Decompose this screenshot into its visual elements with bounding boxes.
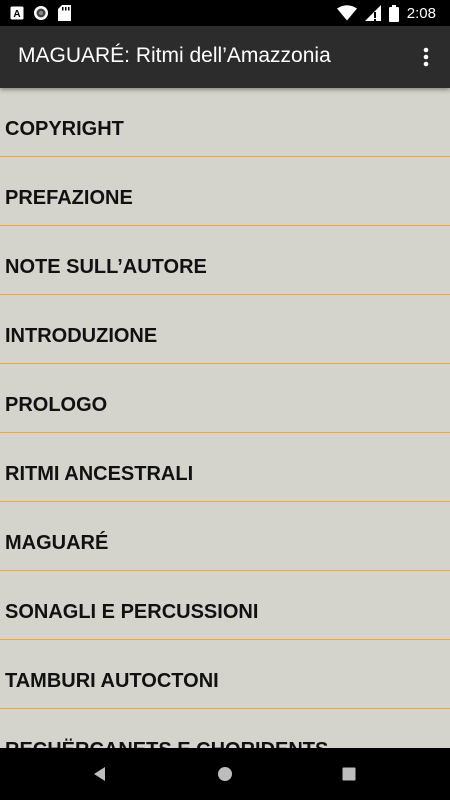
status-bar: A 2:08	[0, 0, 450, 26]
chapter-list: COPYRIGHT PREFAZIONE NOTE SULL’AUTORE IN…	[0, 88, 450, 748]
list-item[interactable]: RECHËRCANETS E CHORIDENTS	[0, 709, 450, 749]
more-vert-icon[interactable]	[414, 45, 438, 69]
home-icon[interactable]	[212, 761, 238, 787]
list-item-label: SONAGLI E PERCUSSIONI	[5, 600, 259, 623]
list-item[interactable]: INTRODUZIONE	[0, 295, 450, 364]
list-item[interactable]: PREFAZIONE	[0, 157, 450, 226]
list-item[interactable]: NOTE SULL’AUTORE	[0, 226, 450, 295]
list-item-label: RECHËRCANETS E CHORIDENTS	[5, 725, 328, 749]
list-item-label: PREFAZIONE	[5, 186, 133, 209]
screen: A 2:08 MAGUARÉ: Ritmi dell’Amazzonia COP…	[0, 0, 450, 800]
list-item[interactable]: PROLOGO	[0, 364, 450, 433]
list-item-label: INTRODUZIONE	[5, 324, 158, 347]
svg-text:A: A	[13, 9, 20, 20]
navigation-bar	[0, 748, 450, 800]
signal-icon	[364, 5, 381, 21]
status-time: 2:08	[406, 4, 436, 22]
wifi-icon	[336, 5, 357, 21]
list-item[interactable]: MAGUARÉ	[0, 502, 450, 571]
battery-icon	[388, 4, 399, 22]
list-item-label: RITMI ANCESTRALI	[5, 462, 194, 485]
list-item-label: MAGUARÉ	[5, 531, 109, 554]
list-item[interactable]: RITMI ANCESTRALI	[0, 433, 450, 502]
list-item[interactable]: TAMBURI AUTOCTONI	[0, 640, 450, 709]
sd-card-icon	[58, 5, 71, 21]
app-bar: MAGUARÉ: Ritmi dell’Amazzonia	[0, 26, 450, 88]
list-item-label: PROLOGO	[5, 393, 108, 416]
back-icon[interactable]	[87, 761, 113, 787]
list-item-label: COPYRIGHT	[5, 117, 124, 140]
status-system: 2:08	[336, 3, 436, 23]
list-item-label: TAMBURI AUTOCTONI	[5, 669, 219, 692]
list-item[interactable]: SONAGLI E PERCUSSIONI	[0, 571, 450, 640]
circle-notification-icon	[33, 5, 49, 21]
recents-icon[interactable]	[336, 761, 362, 787]
list-item[interactable]: COPYRIGHT	[0, 88, 450, 157]
list-item-label: NOTE SULL’AUTORE	[5, 255, 207, 278]
status-notifications: A	[10, 4, 71, 22]
app-title: MAGUARÉ: Ritmi dell’Amazzonia	[18, 44, 331, 67]
a-notification-icon: A	[10, 6, 24, 20]
